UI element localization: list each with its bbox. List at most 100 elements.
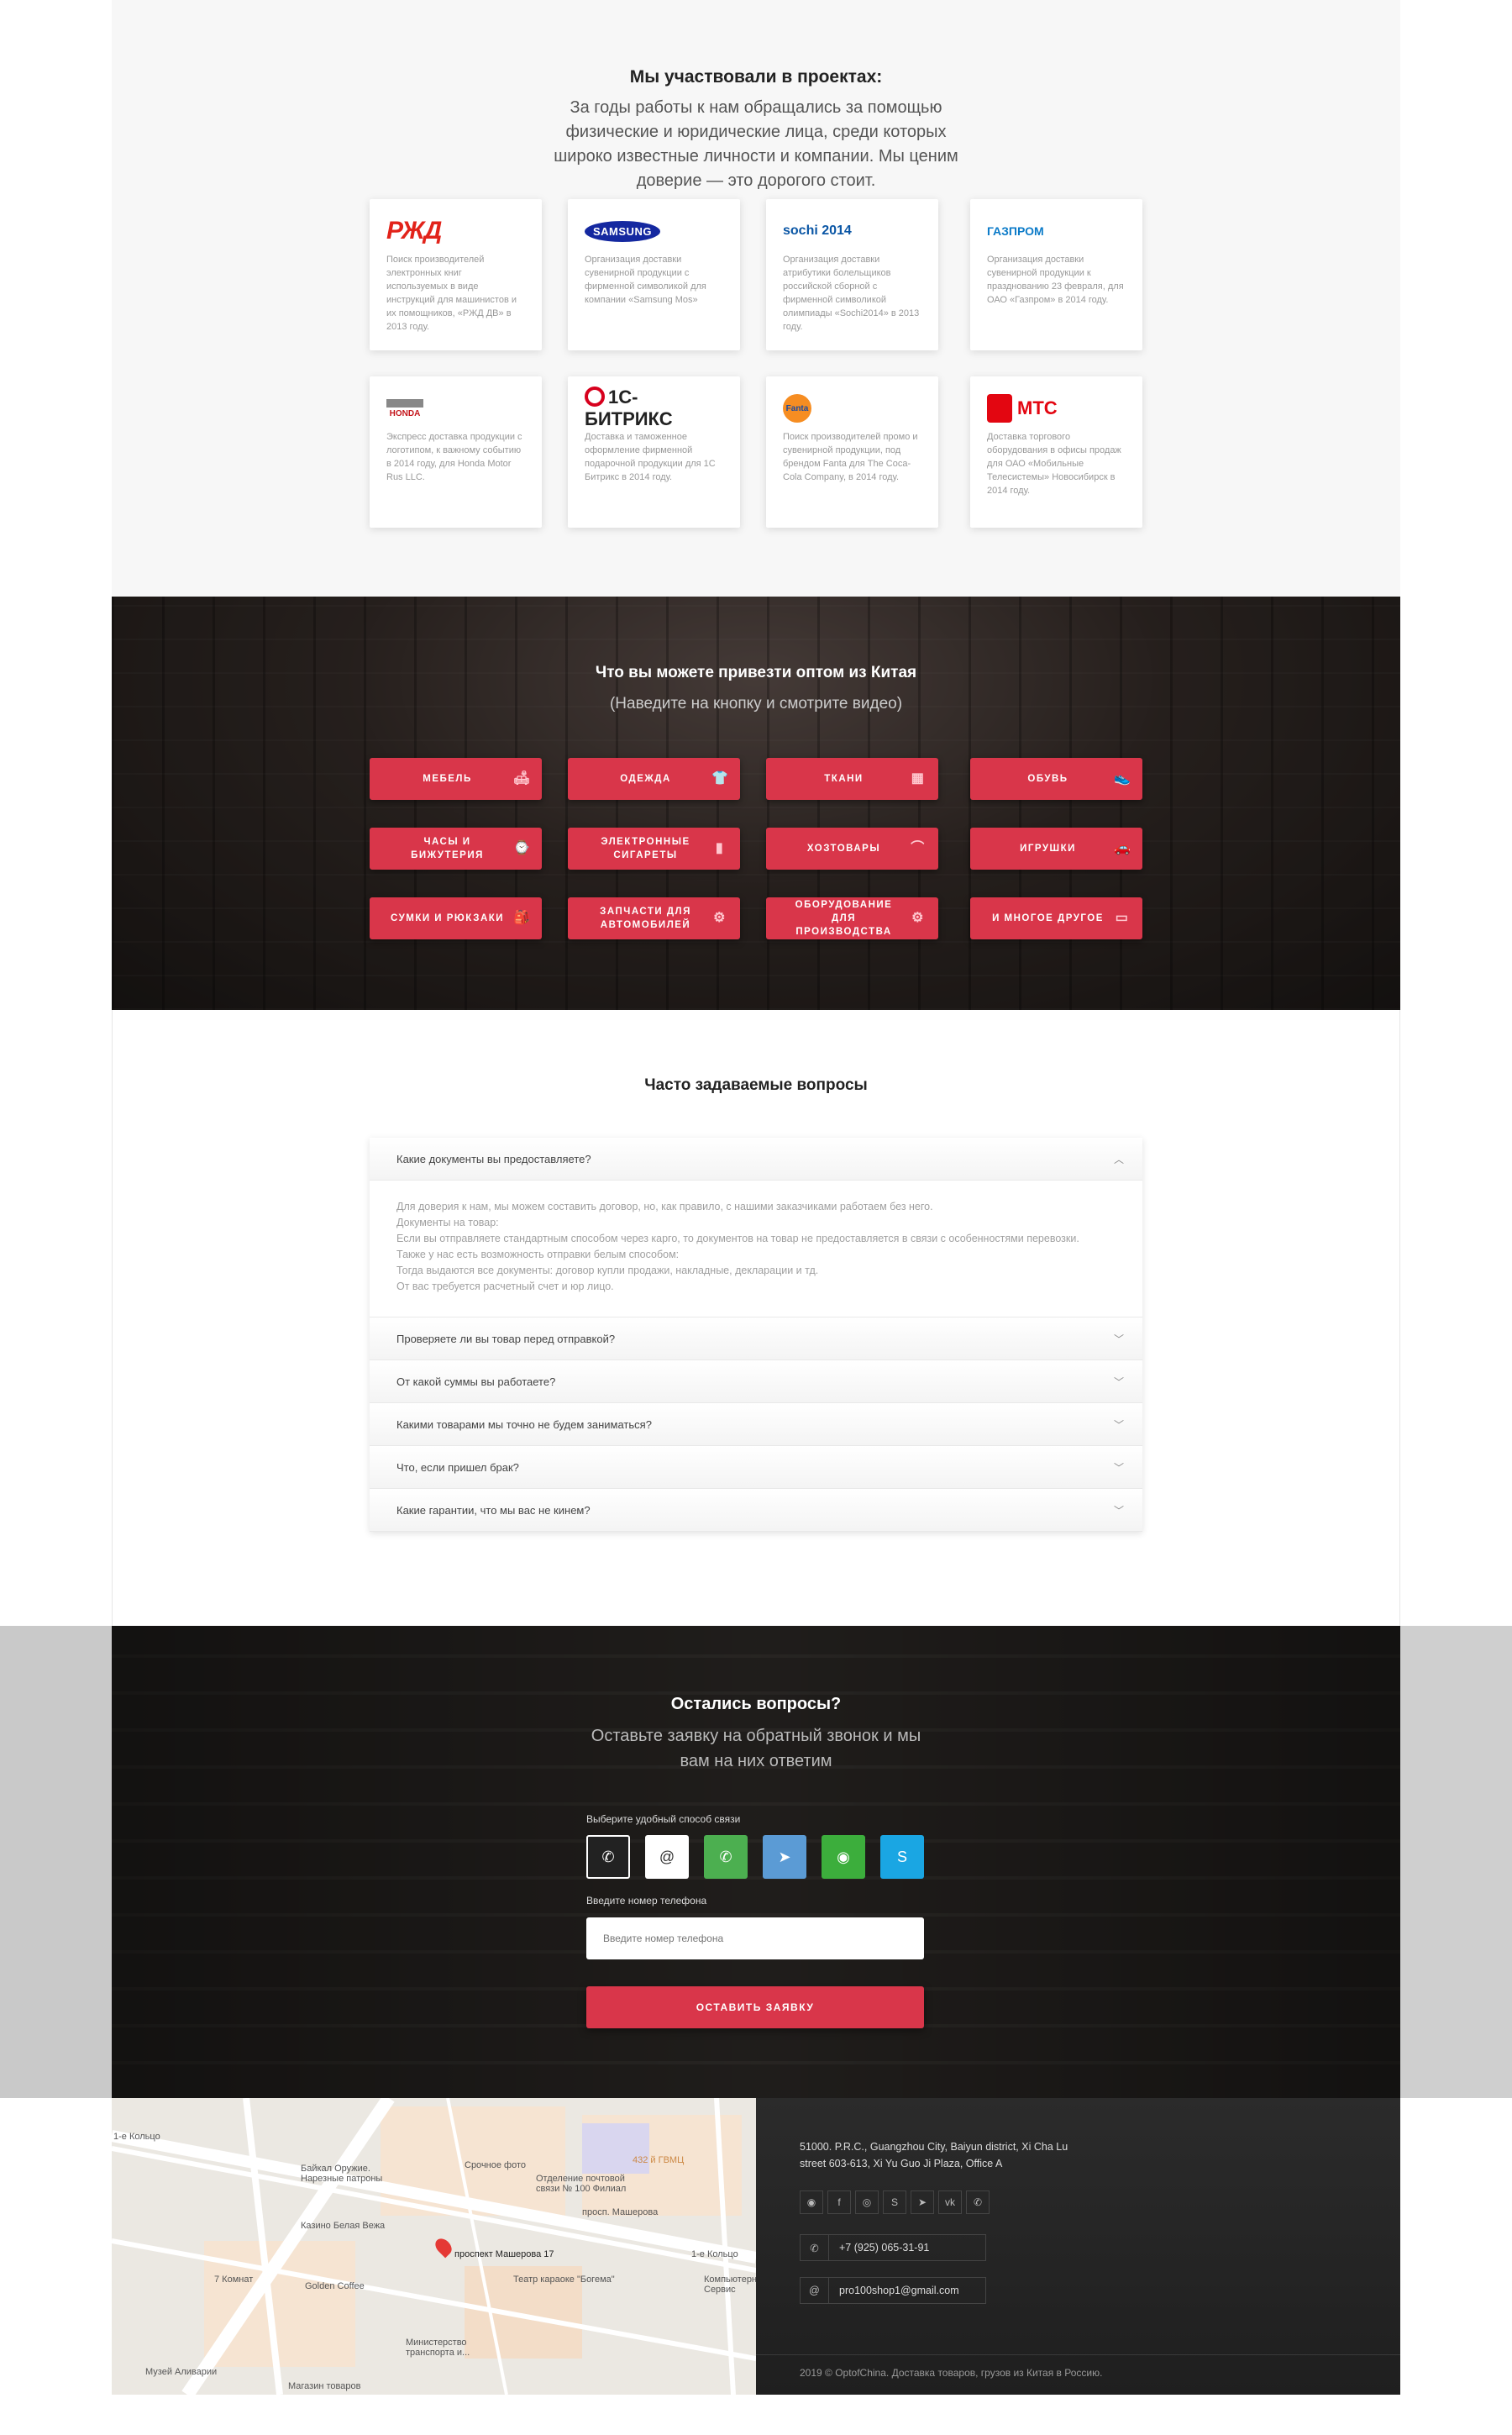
telegram-icon[interactable]: ➤ (911, 2190, 934, 2214)
map-label: Компьютерный Сервис (704, 2275, 756, 2295)
telegram-method-button[interactable]: ➤ (763, 1835, 806, 1879)
faq-question[interactable]: Что, если пришел брак? ﹀ (370, 1446, 1142, 1489)
gazprom-logo: ГАЗПРОМ (987, 224, 1044, 238)
engine-icon: ⚙ (713, 911, 727, 925)
vk-icon[interactable]: vk (938, 2190, 962, 2214)
map-label: Театр караоке "Богема" (513, 2275, 615, 2285)
project-card-samsung: SAMSUNG Организация доставки сувенирной … (568, 199, 740, 350)
project-card-bitrix: 1С-БИТРИКС Доставка и таможенное оформле… (568, 376, 740, 528)
category-button[interactable]: Хозтовары ⌒ (766, 828, 938, 870)
category-label: Одежда (620, 774, 671, 784)
category-label: Запчасти для автомобилей (600, 907, 691, 930)
category-label: Игрушки (1020, 844, 1076, 854)
category-button[interactable]: Электронные сигареты ▮ (568, 828, 740, 870)
map-label: Golden Coffee (305, 2281, 365, 2291)
backpack-icon: 🎒 (513, 911, 532, 925)
category-button[interactable]: И многое другое ▭ (970, 897, 1142, 939)
toy-car-icon: 🚗 (1114, 841, 1132, 855)
copyright: 2019 © OptofChina. Доставка товаров, гру… (756, 2354, 1400, 2379)
map-label: Казино Белая Вежа (301, 2221, 386, 2231)
faq-question-text: Какие гарантии, что мы вас не кинем? (396, 1503, 591, 1517)
chevron-down-icon: ﹀ (1113, 1505, 1124, 1517)
footer-address: 51000. P.R.C., Guangzhou City, Baiyun di… (800, 2138, 1068, 2172)
category-button[interactable]: Запчасти для автомобилей ⚙ (568, 897, 740, 939)
map[interactable]: 1-е Кольцо Срочное фото Байкал Оружие. Н… (112, 2098, 756, 2395)
email-method-button[interactable]: @ (645, 1835, 689, 1879)
whatsapp-icon: ✆ (719, 1848, 732, 1865)
footer: 51000. P.R.C., Guangzhou City, Baiyun di… (756, 2098, 1400, 2395)
skype-method-button[interactable]: S (880, 1835, 924, 1879)
callback-subtitle: Оставьте заявку на обратный звонок и мы … (591, 1727, 921, 1770)
category-button[interactable]: Игрушки 🚗 (970, 828, 1142, 870)
faq-question-text: Что, если пришел брак? (396, 1460, 519, 1474)
shoe-icon: 👟 (1114, 771, 1132, 786)
callback-section: Остались вопросы? Оставьте заявку на обр… (0, 1626, 1512, 2098)
projects-title: Мы участвовали в проектах: (629, 67, 883, 87)
categories-title: Что вы можете привезти оптом из Китая (595, 664, 917, 681)
address-line: street 603-613, Xi Yu Guo Ji Plaza, Offi… (800, 2158, 1003, 2169)
whatsapp-icon[interactable]: ✆ (966, 2190, 990, 2214)
map-label: 1-е Кольцо (113, 2132, 160, 2142)
category-button[interactable]: Оборудование для производства ⚙ (766, 897, 938, 939)
category-button[interactable]: Сумки и рюкзаки 🎒 (370, 897, 542, 939)
fanta-logo: Fanta (783, 393, 921, 423)
category-label: Хозтовары (806, 844, 881, 854)
bitrix-logo: 1С-БИТРИКС (585, 387, 673, 429)
submit-request-button[interactable]: ОСТАВИТЬ ЗАЯВКУ (586, 1986, 924, 2028)
category-button[interactable]: Часы и бижутерия ⌚ (370, 828, 542, 870)
faq-question[interactable]: Проверяете ли вы товар перед отправкой? ﹀ (370, 1317, 1142, 1360)
project-card-fanta: Fanta Поиск производителей промо и сувен… (766, 376, 938, 528)
category-label: И многое другое (992, 913, 1104, 923)
project-card-text: Организация доставки атрибутики болельщи… (783, 255, 920, 332)
phone-label: Введите номер телефона (586, 1895, 707, 1906)
faq-question[interactable]: От какой суммы вы работаете? ﹀ (370, 1360, 1142, 1403)
category-button[interactable]: Одежда 👕 (568, 758, 740, 800)
chevron-down-icon: ﹀ (1113, 1462, 1124, 1474)
map-label: Музей Аливарии (145, 2367, 218, 2377)
phone-input[interactable] (586, 1917, 924, 1959)
faq-answer-line: Документы на товар: (396, 1217, 499, 1228)
map-label: Магазин товаров (288, 2381, 361, 2391)
project-card-sochi: sochi 2014 Организация доставки атрибути… (766, 199, 938, 350)
faq-question[interactable]: Какие гарантии, что мы вас не кинем? ﹀ (370, 1489, 1142, 1532)
projects-section: Мы участвовали в проектах: За годы работ… (112, 0, 1400, 597)
footer-phone[interactable]: ✆ +7 (925) 065-31-91 (800, 2234, 986, 2261)
wechat-method-button[interactable]: ◉ (822, 1835, 865, 1879)
mts-logo: МТС (987, 393, 1126, 423)
category-button[interactable]: Ткани ▦ (766, 758, 938, 800)
skype-icon[interactable]: S (883, 2190, 906, 2214)
sofa-icon: 🛋 (513, 771, 532, 786)
faq-question[interactable]: Какими товарами мы точно не будем занима… (370, 1403, 1142, 1446)
phone-method-button[interactable]: ✆ (586, 1835, 630, 1879)
map-label: Отделение почтовой связи № 100 Филиал (536, 2174, 627, 2194)
category-label: Часы и бижутерия (411, 837, 484, 860)
category-button[interactable]: Обувь 👟 (970, 758, 1142, 800)
category-button[interactable]: Мебель 🛋 (370, 758, 542, 800)
wechat-icon[interactable]: ◉ (800, 2190, 823, 2214)
machine-icon: ⚙ (911, 911, 925, 925)
box-icon: ▭ (1115, 911, 1130, 925)
faq-answer: Для доверия к нам, мы можем составить до… (370, 1181, 1142, 1317)
email-icon: @ (801, 2278, 829, 2303)
faq-answer-line: Тогда выдаются все документы: договор ку… (396, 1265, 819, 1276)
method-label: Выберите удобный способ связи (586, 1813, 741, 1825)
phone-text: +7 (925) 065-31-91 (839, 2242, 930, 2254)
instagram-icon[interactable]: ◎ (855, 2190, 879, 2214)
project-card-mts: МТС Доставка торгового оборудования в оф… (970, 376, 1142, 528)
project-card-text: Доставка и таможенное оформление фирменн… (585, 432, 716, 482)
faq-answer-line: От вас требуется расчетный счет и юр лиц… (396, 1281, 614, 1292)
wechat-icon: ◉ (837, 1848, 850, 1865)
whatsapp-method-button[interactable]: ✆ (704, 1835, 748, 1879)
telegram-icon: ➤ (778, 1848, 791, 1865)
rzd-logo: РЖД (386, 217, 442, 245)
honda-logo: HONDA (386, 393, 525, 423)
samsung-logo: SAMSUNG (585, 216, 723, 246)
category-label: Обувь (1027, 774, 1068, 784)
faq-question-open[interactable]: Какие документы вы предоставляете? ︿ (370, 1138, 1142, 1181)
fabric-icon: ▦ (911, 771, 926, 786)
footer-email[interactable]: @ pro100shop1@gmail.com (800, 2277, 986, 2304)
facebook-icon[interactable]: f (827, 2190, 851, 2214)
category-label: Сумки и рюкзаки (390, 913, 505, 923)
project-card-honda: HONDA Экспресс доставка продукции с лого… (370, 376, 542, 528)
phone-icon: ✆ (801, 2235, 829, 2260)
